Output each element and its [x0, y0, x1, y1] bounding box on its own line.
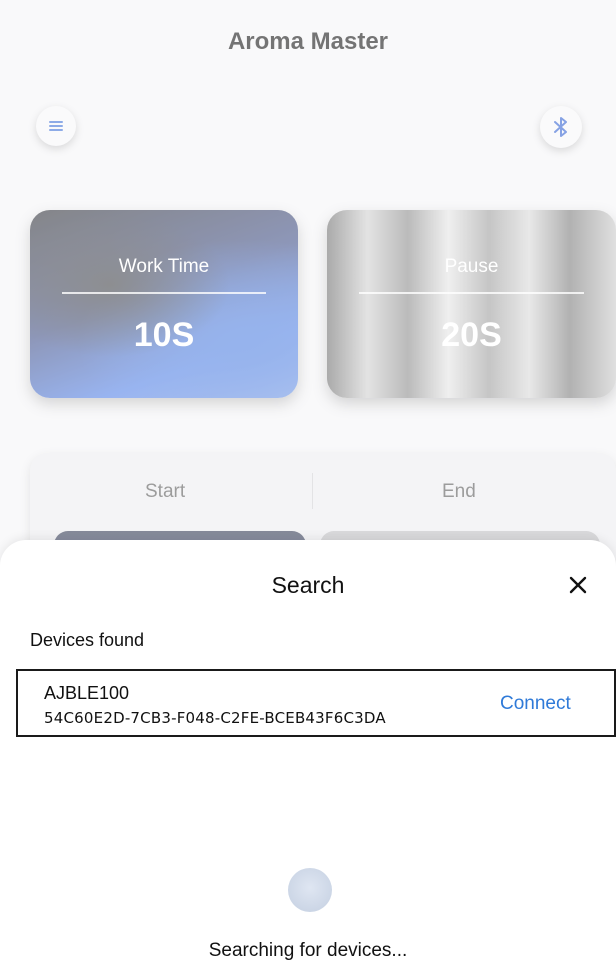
device-name: AJBLE100 [44, 683, 130, 703]
close-button[interactable] [563, 570, 593, 600]
connect-button[interactable]: Connect [500, 693, 571, 715]
loading-spinner [288, 868, 332, 912]
app-screen: Aroma Master Work Time 10S Pause 20S Sta… [0, 0, 616, 964]
device-id: 54C60E2D-7CB3-F048-C2FE-BCEB43F6C3DA [44, 709, 386, 727]
close-icon [569, 576, 587, 594]
search-status: Searching for devices... [208, 940, 408, 961]
search-sheet: Search Devices found AJBLE100 54C60E2D-7… [0, 540, 616, 964]
device-list-item[interactable]: AJBLE100 54C60E2D-7CB3-F048-C2FE-BCEB43F… [16, 669, 616, 737]
devices-found-label: Devices found [30, 630, 145, 650]
sheet-title: Search [271, 572, 345, 598]
